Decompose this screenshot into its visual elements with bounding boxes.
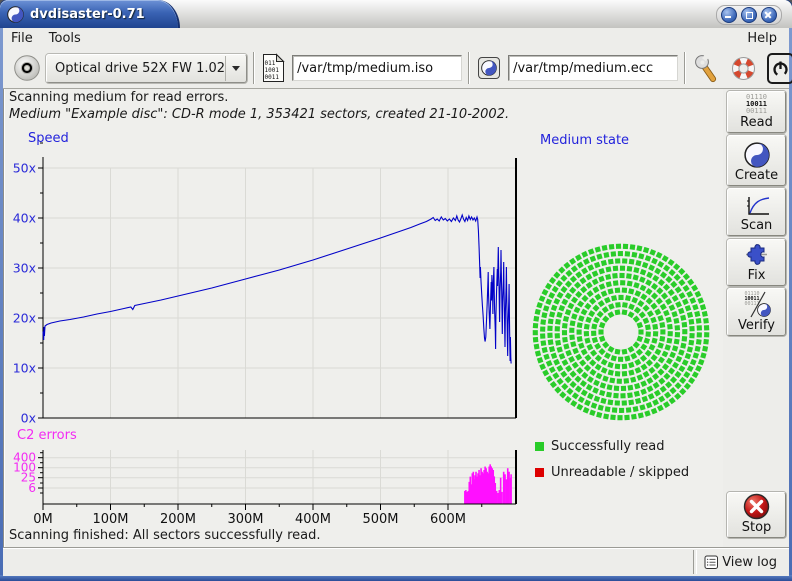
svg-text:500M: 500M (362, 512, 398, 527)
scan-label: Scan (741, 218, 773, 233)
app-icon (7, 6, 24, 23)
view-log-icon (704, 555, 719, 570)
maximize-icon (746, 12, 753, 19)
menubar: File Tools Help (3, 28, 789, 48)
medium-state-title: Medium state (540, 133, 629, 148)
ecc-file-icon (477, 56, 501, 80)
create-button[interactable]: Create (727, 135, 786, 186)
toolbar: Optical drive 52X FW 1.02 011 1001 0011 (3, 48, 789, 89)
svg-text:300M: 300M (227, 512, 263, 527)
create-label: Create (735, 168, 778, 183)
menu-help[interactable]: Help (739, 30, 785, 47)
lifebuoy-icon (730, 55, 757, 82)
legend-read-swatch (535, 442, 544, 451)
svg-text:400M: 400M (295, 512, 331, 527)
drive-eject-button[interactable] (12, 53, 42, 83)
scan-button[interactable]: Scan (727, 188, 786, 236)
app-window: dvdisaster-0.71 File Tools Help Optical … (0, 0, 792, 581)
window-controls (716, 5, 782, 25)
verify-icon: 01110 10011 00111 (742, 291, 772, 318)
menu-file[interactable]: File (3, 30, 41, 47)
titlebar[interactable]: dvdisaster-0.71 (0, 0, 792, 29)
read-label: Read (740, 115, 773, 130)
iso-file-button[interactable]: 011 1001 0011 (261, 52, 286, 84)
toolbar-separator (253, 52, 255, 84)
read-icon: 01110 10011 00111 (746, 94, 767, 115)
svg-text:50x: 50x (13, 161, 36, 176)
chevron-down-icon (232, 66, 240, 71)
quit-button[interactable] (767, 53, 792, 84)
stop-button[interactable]: Stop (727, 492, 786, 538)
svg-text:400: 400 (13, 451, 36, 465)
toolbar-separator (468, 52, 470, 84)
svg-text:011: 011 (265, 60, 276, 67)
stop-icon (743, 493, 770, 520)
svg-text:0M: 0M (33, 512, 53, 527)
medium-info: Medium "Example disc": CD-R mode 1, 3534… (9, 107, 509, 122)
toolbar-separator (684, 52, 686, 84)
maximize-button[interactable] (741, 7, 757, 23)
ecc-file-button[interactable] (476, 55, 502, 81)
drive-selector-arrow[interactable] (225, 56, 246, 81)
read-button[interactable]: 01110 10011 00111 Read (727, 91, 786, 133)
close-button[interactable] (761, 7, 777, 23)
ecc-path-input[interactable] (508, 55, 678, 81)
scan-chart-icon (743, 194, 771, 218)
svg-text:0x: 0x (21, 411, 36, 426)
fix-label: Fix (748, 268, 766, 283)
medium-state-disc (529, 238, 713, 422)
svg-text:10x: 10x (13, 361, 36, 376)
drive-selector[interactable]: Optical drive 52X FW 1.02 (46, 54, 247, 83)
window-title: dvdisaster-0.71 (30, 7, 145, 22)
legend-unreadable-swatch (535, 468, 544, 477)
bottom-bar: View log (3, 547, 789, 576)
speed-chart: 0x 10x 20x 30x 40x 50x (4, 130, 532, 428)
svg-text:40x: 40x (13, 211, 36, 226)
minimize-button[interactable] (721, 7, 737, 23)
c2-errors-chart: 6251004000M100M200M300M400M500M600M (4, 428, 532, 528)
create-yinyang-icon (744, 142, 770, 168)
fix-button[interactable]: Fix (727, 239, 786, 286)
iso-path-input[interactable] (292, 55, 462, 81)
action-sidebar: 01110 10011 00111 Read Create Scan (723, 89, 789, 547)
power-icon (769, 57, 792, 80)
minimize-icon (725, 16, 731, 18)
legend-unreadable-label: Unreadable / skipped (551, 465, 689, 480)
iso-file-icon: 011 1001 0011 (262, 53, 285, 83)
drive-disc-icon (13, 54, 41, 82)
legend-read-label: Successfully read (551, 439, 664, 454)
legend-unreadable: Unreadable / skipped (535, 465, 689, 480)
svg-text:200M: 200M (160, 512, 196, 527)
work-area: Scanning medium for read errors. Medium … (3, 89, 789, 547)
verify-button[interactable]: 01110 10011 00111 Verify (727, 288, 786, 336)
view-log-button[interactable]: View log (700, 550, 781, 574)
help-button[interactable] (729, 54, 758, 83)
menu-tools[interactable]: Tools (41, 30, 89, 47)
svg-text:0011: 0011 (265, 74, 280, 81)
bottom-bar-separator (693, 550, 697, 574)
legend-read: Successfully read (535, 439, 664, 454)
svg-text:30x: 30x (13, 261, 36, 276)
stop-label: Stop (742, 520, 772, 535)
fix-puzzle-icon (743, 241, 770, 268)
svg-text:100M: 100M (92, 512, 128, 527)
wrench-icon (693, 53, 721, 83)
preferences-button[interactable] (692, 52, 722, 84)
title-tab: dvdisaster-0.71 (0, 0, 180, 28)
drive-selector-value: Optical drive 52X FW 1.02 (47, 61, 225, 76)
svg-text:1001: 1001 (265, 67, 280, 74)
status-heading: Scanning medium for read errors. (9, 90, 228, 105)
scan-panel: Scanning medium for read errors. Medium … (3, 89, 724, 547)
verify-label: Verify (738, 318, 775, 333)
view-log-label: View log (722, 555, 777, 570)
svg-text:20x: 20x (13, 311, 36, 326)
svg-text:600M: 600M (430, 512, 466, 527)
scan-result-status: Scanning finished: All sectors successfu… (9, 528, 321, 543)
